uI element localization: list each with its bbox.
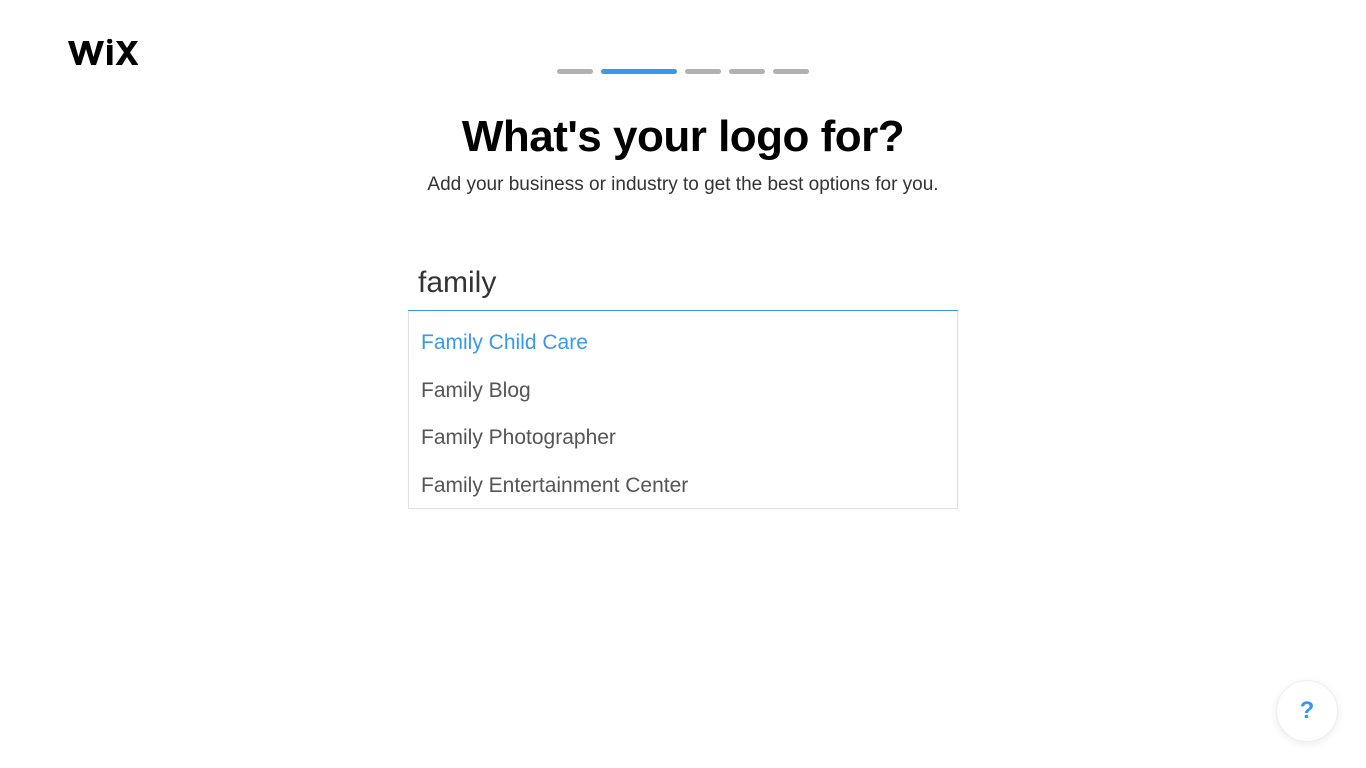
main-content: What's your logo for? Add your business …	[408, 112, 958, 509]
wix-logo-icon	[68, 39, 138, 67]
progress-step-5	[773, 69, 809, 74]
suggestion-item[interactable]: Family Child Care	[409, 311, 957, 367]
page-subheading: Add your business or industry to get the…	[408, 174, 958, 196]
suggestion-item[interactable]: Family Photographer	[409, 414, 957, 462]
progress-step-4	[729, 69, 765, 74]
wix-logo[interactable]	[68, 38, 138, 75]
industry-input-wrapper: Family Child Care Family Blog Family Pho…	[408, 262, 958, 509]
progress-step-2	[601, 69, 677, 74]
suggestion-item[interactable]: Family Entertainment Center	[409, 462, 957, 509]
help-icon: ?	[1300, 697, 1315, 725]
progress-step-3	[685, 69, 721, 74]
suggestion-item[interactable]: Family Blog	[409, 367, 957, 415]
progress-indicator	[0, 0, 1366, 74]
progress-step-1	[557, 69, 593, 74]
page-heading: What's your logo for?	[408, 112, 958, 162]
help-button[interactable]: ?	[1276, 680, 1338, 742]
suggestions-dropdown[interactable]: Family Child Care Family Blog Family Pho…	[408, 311, 958, 509]
industry-input[interactable]	[408, 262, 958, 311]
